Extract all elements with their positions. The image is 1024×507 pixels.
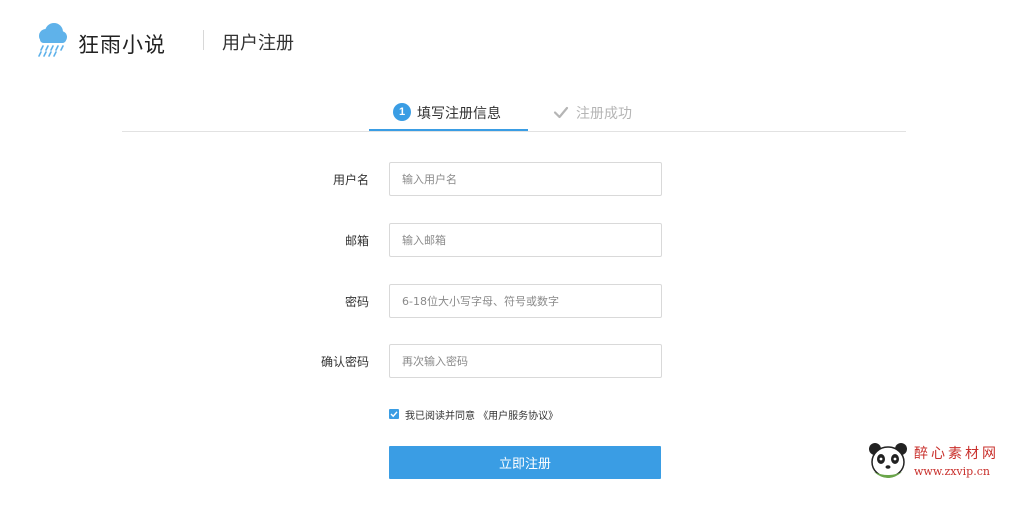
check-icon (553, 106, 569, 119)
checkmark-icon (390, 411, 398, 418)
step-success: 注册成功 (552, 96, 652, 131)
confirm-password-row: 确认密码 (300, 344, 700, 378)
register-button[interactable]: 立即注册 (389, 446, 661, 479)
registration-steps: 1 填写注册信息 注册成功 (122, 96, 906, 132)
watermark: 醉心素材网 www.zxvip.cn (866, 440, 1006, 484)
username-row: 用户名 (300, 162, 700, 196)
step-fill-info: 1 填写注册信息 (369, 96, 528, 131)
password-label: 密码 (344, 295, 369, 309)
username-input[interactable] (389, 162, 662, 196)
email-label: 邮箱 (344, 234, 369, 248)
email-row: 邮箱 (300, 223, 700, 257)
password-input[interactable] (389, 284, 662, 318)
brand-name[interactable]: 狂雨小说 (78, 29, 166, 59)
step-label: 注册成功 (576, 106, 632, 122)
username-label: 用户名 (332, 173, 369, 187)
agreement-prefix: 我已阅读并同意 (405, 411, 475, 422)
agreement-text: 我已阅读并同意 《用户服务协议》 (405, 407, 558, 422)
confirm-password-input[interactable] (389, 344, 662, 378)
site-header: 狂雨小说 用户注册 (0, 0, 1024, 80)
rain-cloud-logo-icon[interactable] (34, 22, 70, 58)
service-agreement-link[interactable]: 《用户服务协议》 (478, 411, 558, 422)
panda-logo-icon (869, 443, 907, 478)
agreement-checkbox[interactable] (389, 409, 399, 419)
watermark-title: 醉心素材网 (914, 446, 999, 462)
step-label: 填写注册信息 (417, 106, 501, 122)
page-title: 用户注册 (222, 33, 294, 54)
watermark-url: www.zxvip.cn (914, 465, 990, 478)
email-input[interactable] (389, 223, 662, 257)
password-row: 密码 (300, 284, 700, 318)
header-divider (203, 30, 204, 50)
confirm-password-label: 确认密码 (320, 355, 369, 369)
step-number-badge: 1 (393, 103, 411, 121)
